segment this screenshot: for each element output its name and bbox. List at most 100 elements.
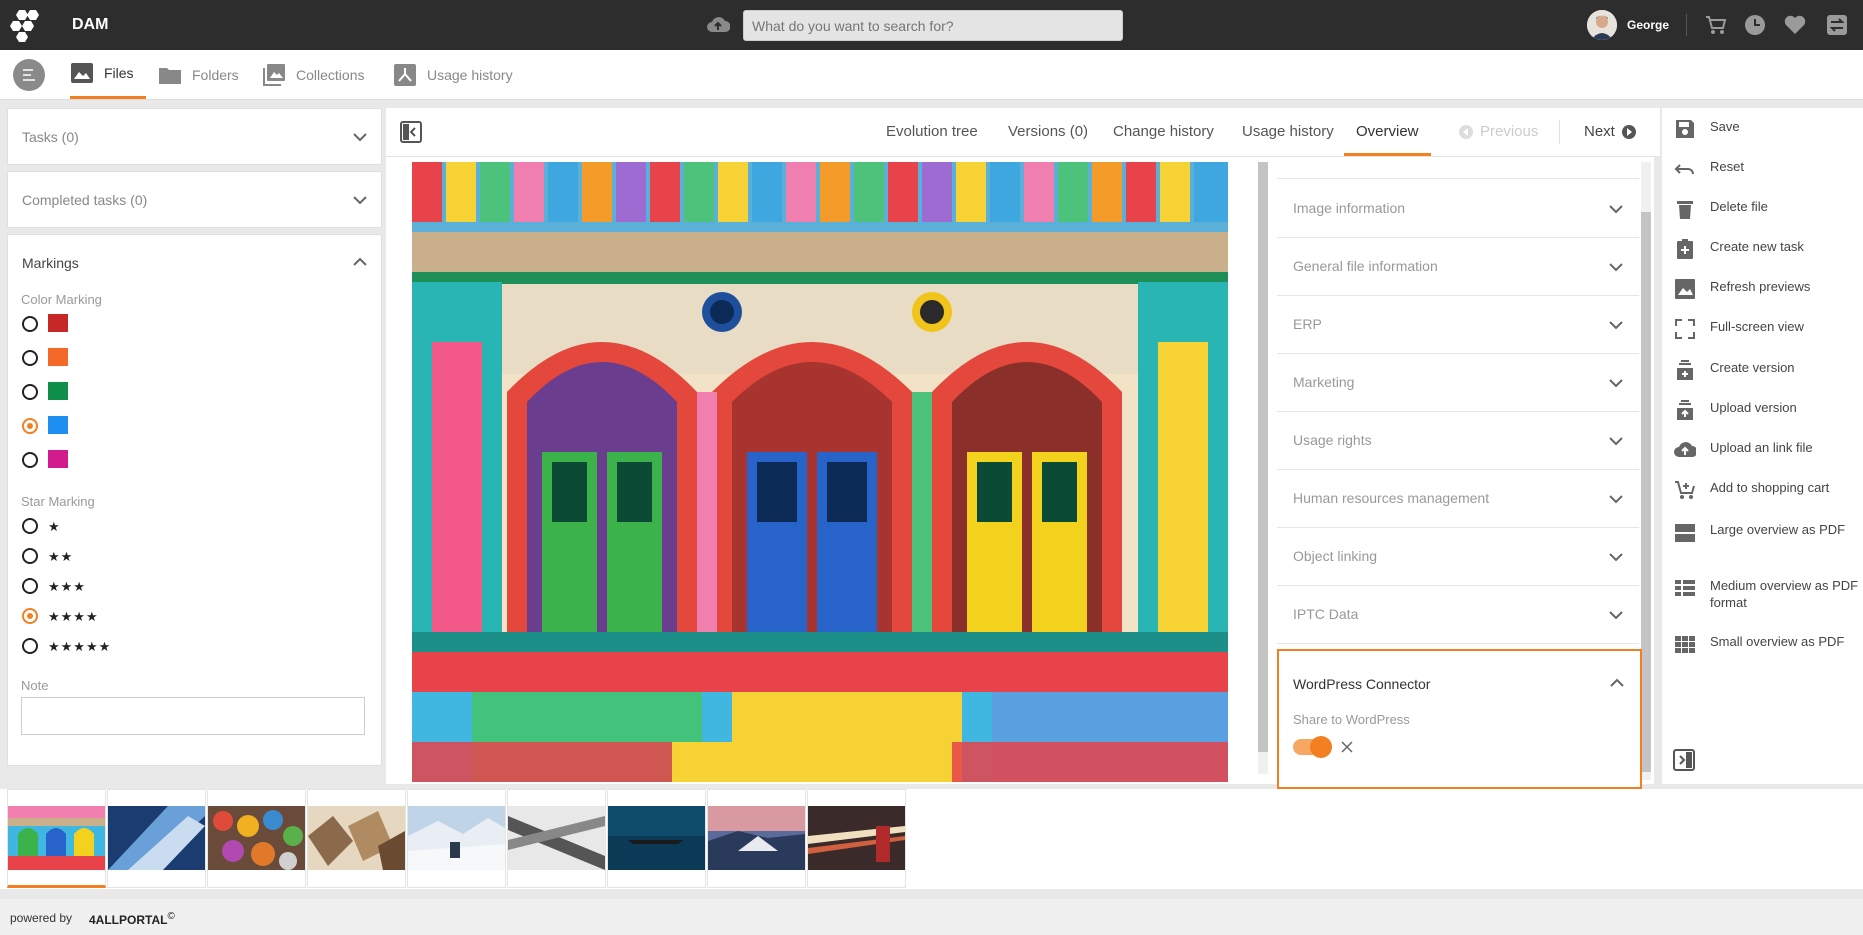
upload-version-button[interactable]: Upload version [1674, 399, 1859, 421]
thumbnail[interactable] [107, 789, 206, 888]
completed-tasks-section[interactable]: Completed tasks (0) [7, 171, 382, 228]
collections-icon [263, 63, 285, 86]
section-object-linking[interactable]: Object linking [1277, 528, 1639, 586]
section-image-information[interactable]: Image information [1277, 180, 1639, 238]
section-general-file-information[interactable]: General file information [1277, 238, 1639, 296]
tab-label: Usage history [427, 66, 513, 83]
tab-versions[interactable]: Versions (0) [1008, 108, 1088, 156]
brand-logo[interactable]: 4ALLPORTAL© [89, 911, 175, 927]
full-screen-view-button[interactable]: Full-screen view [1674, 318, 1859, 340]
clock-icon[interactable] [1743, 13, 1767, 37]
thumbnail[interactable] [307, 789, 406, 888]
section-marketing[interactable]: Marketing [1277, 354, 1639, 412]
note-field[interactable] [21, 697, 365, 735]
small-overview-pdf-button[interactable]: Small overview as PDF [1674, 633, 1859, 655]
star-label-5: ★★★★★ [48, 639, 112, 654]
large-overview-pdf-button[interactable]: Large overview as PDF [1674, 521, 1859, 543]
section-label: Object linking [1293, 548, 1378, 564]
star-radio-2[interactable] [22, 548, 38, 564]
refresh-previews-button[interactable]: Refresh previews [1674, 278, 1859, 300]
thumbnail[interactable] [7, 789, 106, 888]
reset-button[interactable]: Reset [1674, 158, 1859, 180]
tab-usage-history[interactable]: Usage history [393, 50, 513, 99]
color-radio-blue[interactable] [22, 418, 38, 434]
chevron-down-icon[interactable] [353, 132, 367, 142]
delete-file-button[interactable]: Delete file [1674, 198, 1859, 220]
chevron-up-icon[interactable] [353, 257, 367, 267]
thumbnail[interactable] [707, 789, 806, 888]
action-label: Small overview as PDF [1710, 634, 1845, 649]
tab-evolution-tree[interactable]: Evolution tree [886, 108, 978, 156]
thumbnail[interactable] [207, 789, 306, 888]
chevron-down-icon[interactable] [353, 195, 367, 205]
star-radio-1[interactable] [22, 518, 38, 534]
scroll-thumb[interactable] [1641, 212, 1651, 772]
version-icon [1677, 360, 1693, 380]
tab-usage-history[interactable]: Usage history [1242, 108, 1334, 156]
tab-files[interactable]: Files [70, 50, 146, 99]
search-input[interactable] [743, 10, 1123, 41]
scroll-thumb[interactable] [1258, 162, 1268, 752]
previous-button[interactable]: Previous [1458, 123, 1538, 140]
star-marking-label: Star Marking [21, 494, 95, 509]
tab-overview[interactable]: Overview [1344, 108, 1431, 156]
logo-icon[interactable] [10, 8, 44, 42]
viewer-scrollbar[interactable] [1258, 162, 1268, 774]
chevron-down-icon [1609, 263, 1623, 272]
add-to-shopping-cart-button[interactable]: Add to shopping cart [1674, 479, 1859, 501]
username[interactable]: George [1627, 18, 1669, 32]
cloud-upload-icon [1674, 442, 1696, 457]
main-navigation: Files Folders Collections Usage history [0, 50, 1863, 100]
star-radio-3[interactable] [22, 578, 38, 594]
color-radio-green[interactable] [22, 384, 38, 400]
thumbnail[interactable] [607, 789, 706, 888]
medium-overview-icon [1675, 580, 1695, 596]
create-new-task-button[interactable]: Create new task [1674, 238, 1859, 260]
footer: powered by 4ALLPORTAL© [0, 899, 1863, 935]
section-erp[interactable]: ERP [1277, 296, 1639, 354]
tab-change-history[interactable]: Change history [1113, 108, 1214, 156]
star-radio-4[interactable] [22, 608, 38, 624]
next-button[interactable]: Next [1584, 123, 1637, 140]
usage-history-icon [394, 63, 416, 86]
app-title: DAM [72, 16, 109, 33]
collapse-right-icon[interactable] [1672, 748, 1696, 772]
heart-icon[interactable] [1783, 13, 1807, 37]
avatar[interactable] [1587, 10, 1617, 40]
star-label-2: ★★ [48, 549, 74, 564]
swap-icon[interactable] [1825, 13, 1849, 37]
color-radio-red[interactable] [22, 316, 38, 332]
color-radio-orange[interactable] [22, 350, 38, 366]
save-button[interactable]: Save [1674, 118, 1859, 140]
tab-collections[interactable]: Collections [262, 50, 364, 99]
large-overview-icon [1675, 524, 1695, 542]
thumbnail-image [108, 806, 205, 870]
detail-tabs-bar: Evolution tree Versions (0) Change histo… [386, 108, 1660, 157]
cart-icon[interactable] [1704, 13, 1728, 37]
chevron-up-icon[interactable] [1610, 678, 1624, 688]
share-to-wordpress-toggle[interactable] [1293, 736, 1332, 758]
preview-image[interactable] [412, 162, 1228, 782]
tab-folders[interactable]: Folders [158, 50, 239, 99]
upload-link-file-button[interactable]: Upload an link file [1674, 439, 1859, 461]
color-swatch-blue [48, 416, 68, 434]
star-radio-5[interactable] [22, 638, 38, 654]
collapse-left-icon[interactable] [399, 120, 423, 144]
create-version-button[interactable]: Create version [1674, 359, 1859, 381]
thumbnail[interactable] [807, 789, 906, 888]
action-label: Add to shopping cart [1710, 480, 1830, 495]
section-usage-rights[interactable]: Usage rights [1277, 412, 1639, 470]
close-icon[interactable] [1340, 740, 1354, 754]
thumbnail[interactable] [407, 789, 506, 888]
thumbnail[interactable] [507, 789, 606, 888]
info-scrollbar[interactable] [1641, 162, 1651, 780]
menu-button[interactable] [13, 59, 45, 91]
upload-icon[interactable] [706, 14, 730, 36]
section-iptc-data[interactable]: IPTC Data [1277, 586, 1639, 644]
tasks-title: Tasks (0) [22, 129, 79, 145]
section-human-resources-management[interactable]: Human resources management [1277, 470, 1639, 528]
color-radio-magenta[interactable] [22, 452, 38, 468]
chevron-down-icon [1609, 495, 1623, 504]
medium-overview-pdf-button[interactable]: Medium overview as PDF format [1674, 577, 1859, 611]
tasks-section[interactable]: Tasks (0) [7, 108, 382, 165]
